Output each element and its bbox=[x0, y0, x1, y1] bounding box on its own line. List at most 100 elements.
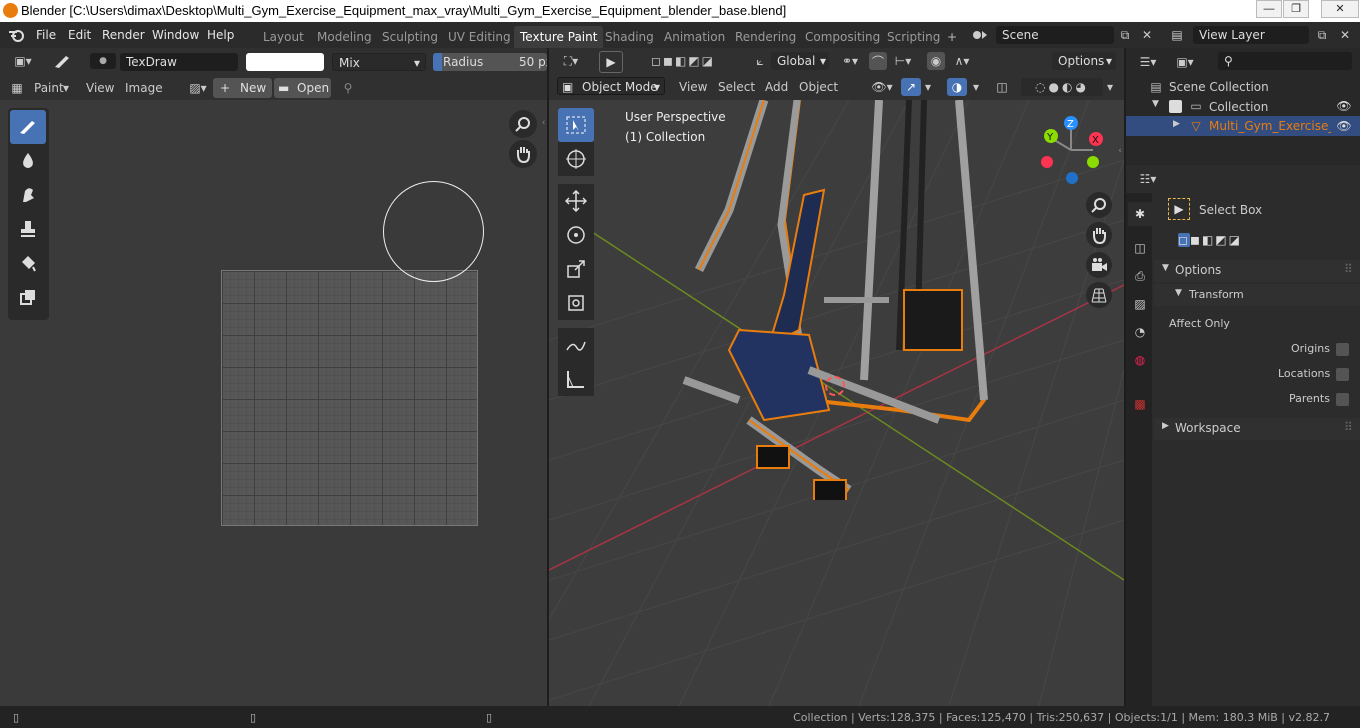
scene-name-field[interactable]: Scene bbox=[996, 26, 1114, 44]
collection-checkbox[interactable] bbox=[1169, 100, 1182, 113]
object-mode-select[interactable]: Object Mode ▣ ▾ bbox=[557, 77, 665, 95]
tool-tab-icon[interactable]: ✱ bbox=[1128, 202, 1152, 226]
tab-animation[interactable]: Animation bbox=[658, 26, 731, 48]
chevron-down-icon[interactable]: ▾ bbox=[969, 78, 983, 96]
rotate-tool[interactable] bbox=[558, 218, 594, 252]
view-layer-field[interactable]: View Layer bbox=[1193, 26, 1309, 44]
3d-viewport[interactable]: ⛶▾ ▶ ◻◼◧◩◪ ⟀ Global ▾ ⚭▾ ⌒ ⊢▾ ◉ ∧▾ Option… bbox=[549, 48, 1124, 706]
tab-texture-paint[interactable]: Texture Paint bbox=[514, 26, 604, 48]
open-image-button[interactable]: ▬ Open bbox=[274, 78, 331, 98]
tab-layout[interactable]: Layout bbox=[257, 26, 310, 48]
scale-tool[interactable] bbox=[558, 252, 594, 286]
shading-mode-icons[interactable]: ◌●◐◕ bbox=[1021, 78, 1103, 96]
radius-slider[interactable]: Radius 50 px bbox=[433, 53, 547, 71]
maximize-button[interactable]: ❐ bbox=[1283, 0, 1309, 18]
locations-checkbox[interactable] bbox=[1336, 368, 1349, 381]
tab-shading[interactable]: Shading bbox=[599, 26, 660, 48]
expand-arrow-icon[interactable]: ▼ bbox=[1152, 99, 1159, 109]
tab-sculpting[interactable]: Sculpting bbox=[376, 26, 444, 48]
minimize-button[interactable]: — bbox=[1256, 0, 1282, 18]
close-button[interactable]: ✕ bbox=[1321, 0, 1359, 18]
scene-collection-label[interactable]: Scene Collection bbox=[1169, 80, 1269, 94]
scene-icon[interactable] bbox=[968, 26, 992, 44]
gizmo-toggle-icon[interactable]: ↗ bbox=[901, 78, 921, 96]
chevron-down-icon[interactable]: ▾ bbox=[921, 78, 935, 96]
menu-edit[interactable]: Edit bbox=[68, 28, 91, 42]
menu-help[interactable]: Help bbox=[207, 28, 234, 42]
add-workspace-button[interactable]: + bbox=[941, 26, 963, 48]
collapse-arrow-icon[interactable]: ‹ bbox=[1116, 144, 1124, 158]
blend-mode-select[interactable]: Mix ▾ bbox=[332, 53, 426, 71]
draw-tool[interactable] bbox=[10, 110, 46, 144]
drag-handle-icon[interactable]: ⠿ bbox=[1344, 420, 1353, 434]
render-tab-icon[interactable]: ◫ bbox=[1128, 236, 1152, 260]
new-view-layer-icon[interactable]: ⧉ bbox=[1312, 26, 1332, 44]
annotate-tool[interactable] bbox=[558, 328, 594, 362]
chevron-down-icon[interactable]: ▾ bbox=[1103, 78, 1117, 96]
brush-name-field[interactable]: TexDraw bbox=[120, 53, 238, 71]
display-mode-icon[interactable]: ▣▾ bbox=[1170, 52, 1200, 72]
eye-icon[interactable]: 👁 bbox=[1336, 118, 1352, 134]
brush-color-swatch[interactable] bbox=[246, 53, 324, 71]
delete-view-layer-icon[interactable]: ✕ bbox=[1335, 26, 1355, 44]
menu-view[interactable]: View bbox=[679, 80, 707, 94]
object-label[interactable]: Multi_Gym_Exercise_Equ bbox=[1209, 119, 1331, 133]
hand-pan-icon[interactable] bbox=[509, 140, 537, 168]
tab-rendering[interactable]: Rendering bbox=[729, 26, 802, 48]
selection-mode-icons[interactable]: ◻◼◧◩◪ bbox=[1162, 231, 1258, 249]
fill-tool[interactable] bbox=[10, 246, 46, 280]
pivot-icon[interactable]: ⚭▾ bbox=[835, 52, 865, 70]
menu-add[interactable]: Add bbox=[765, 80, 788, 94]
brush-preview-icon[interactable]: ● bbox=[90, 53, 116, 69]
tab-compositing[interactable]: Compositing bbox=[799, 26, 886, 48]
soften-tool[interactable] bbox=[10, 144, 46, 178]
paint-mode-select[interactable]: Paint bbox=[34, 81, 64, 95]
new-image-button[interactable]: + New bbox=[213, 78, 272, 98]
measure-tool[interactable] bbox=[558, 362, 594, 396]
snap-target-icon[interactable]: ⊢▾ bbox=[889, 52, 917, 70]
menu-select[interactable]: Select bbox=[718, 80, 755, 94]
origins-checkbox[interactable] bbox=[1336, 343, 1349, 356]
options-panel-header[interactable]: ▼ Options ⠿ bbox=[1154, 260, 1360, 282]
workspace-panel-header[interactable]: ▶ Workspace ⠿ bbox=[1154, 418, 1360, 440]
orientation-select[interactable]: Global ▾ bbox=[771, 52, 829, 70]
image-browse-icon[interactable]: ▨▾ bbox=[184, 79, 212, 97]
tab-modeling[interactable]: Modeling bbox=[311, 26, 378, 48]
transform-panel-header[interactable]: ▼ Transform bbox=[1154, 284, 1360, 306]
outliner-search-input[interactable]: ⚲ bbox=[1218, 52, 1352, 70]
zoom-icon[interactable] bbox=[509, 110, 537, 138]
tab-uv-editing[interactable]: UV Editing bbox=[442, 26, 517, 48]
select-cursor-icon[interactable]: ▶ bbox=[599, 51, 623, 73]
proportional-edit-icon[interactable]: ◉ bbox=[927, 52, 945, 70]
zoom-icon[interactable] bbox=[1086, 192, 1112, 218]
tab-scripting[interactable]: Scripting bbox=[881, 26, 946, 48]
menu-view[interactable]: View bbox=[86, 81, 114, 95]
outliner-object-row[interactable]: ▶ ▽ Multi_Gym_Exercise_Equ 👁 bbox=[1126, 116, 1360, 136]
hand-pan-icon[interactable] bbox=[1086, 222, 1112, 248]
eye-icon[interactable]: 👁 bbox=[1336, 98, 1352, 114]
collapse-arrow-icon[interactable]: ‹ bbox=[540, 116, 547, 130]
menu-object[interactable]: Object bbox=[799, 80, 838, 94]
menu-file[interactable]: File bbox=[36, 28, 56, 42]
snap-icon[interactable]: ⌒ bbox=[869, 52, 887, 70]
output-tab-icon[interactable]: ⎙ bbox=[1128, 264, 1152, 288]
world-tab-icon[interactable]: ◍ bbox=[1128, 348, 1152, 372]
delete-scene-icon[interactable]: ✕ bbox=[1137, 26, 1157, 44]
transform-tool[interactable] bbox=[558, 286, 594, 320]
new-scene-icon[interactable]: ⧉ bbox=[1115, 26, 1135, 44]
pin-icon[interactable]: ⚲ bbox=[338, 79, 358, 97]
editor-type-icon[interactable]: ▣▾ bbox=[8, 52, 38, 70]
falloff-icon[interactable]: ∧▾ bbox=[947, 52, 977, 70]
menu-image[interactable]: Image bbox=[125, 81, 163, 95]
move-tool[interactable] bbox=[558, 184, 594, 218]
parents-checkbox[interactable] bbox=[1336, 393, 1349, 406]
view-layer-tab-icon[interactable]: ▨ bbox=[1128, 292, 1152, 316]
brush-icon[interactable] bbox=[48, 51, 76, 71]
texture-tab-icon[interactable]: ▩ bbox=[1128, 392, 1152, 416]
menu-window[interactable]: Window bbox=[152, 28, 199, 42]
options-menu[interactable]: Options ▾ bbox=[1052, 52, 1116, 70]
selection-mode-icons[interactable]: ◻◼◧◩◪ bbox=[637, 52, 729, 70]
select-box-tool[interactable] bbox=[558, 108, 594, 142]
drag-handle-icon[interactable]: ⠿ bbox=[1344, 262, 1353, 276]
expand-arrow-icon[interactable]: ▶ bbox=[1173, 119, 1180, 129]
